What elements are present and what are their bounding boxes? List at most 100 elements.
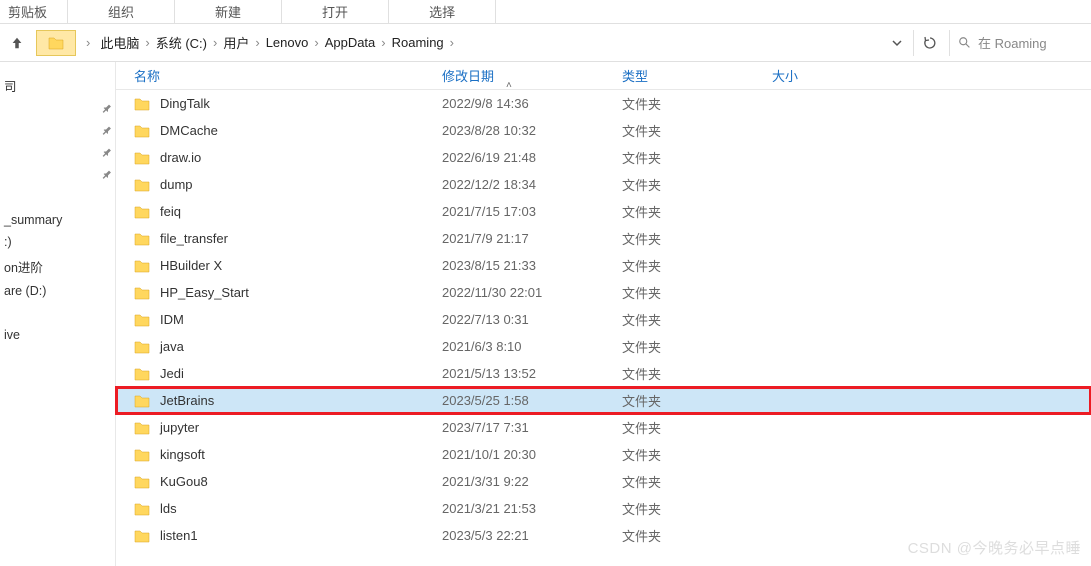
breadcrumb-segment[interactable]: 用户 — [221, 33, 251, 52]
breadcrumb-separator: › — [310, 35, 322, 50]
column-header-type[interactable]: 类型 — [622, 66, 772, 85]
sidebar-item[interactable]: 司 — [0, 72, 115, 99]
ribbon-tab-select[interactable]: 选择 — [389, 0, 496, 23]
breadcrumb-segment[interactable]: Roaming — [390, 35, 446, 50]
folder-icon — [134, 475, 150, 489]
watermark-text: CSDN @今晚务必早点睡 — [908, 537, 1081, 558]
sidebar-item[interactable]: on进阶 — [0, 253, 115, 280]
sidebar-item[interactable] — [0, 143, 115, 165]
file-name: java — [160, 339, 184, 354]
file-row[interactable]: file_transfer2021/7/9 21:17文件夹 — [116, 225, 1091, 252]
file-row[interactable]: HP_Easy_Start 2022/11/30 22:01文件夹 — [116, 279, 1091, 306]
cell-name: Jedi — [116, 366, 442, 381]
sidebar-item[interactable] — [0, 99, 115, 121]
file-row[interactable]: java2021/6/3 8:10文件夹 — [116, 333, 1091, 360]
breadcrumb-segment[interactable]: 此电脑 — [98, 33, 141, 52]
folder-icon — [134, 232, 150, 246]
cell-type: 文件夹 — [622, 229, 772, 248]
ribbon-tab-clipboard[interactable]: 剪贴板 — [0, 0, 68, 23]
search-input[interactable]: 在 Roaming — [949, 30, 1087, 56]
breadcrumb[interactable]: 此电脑›系统 (C:)›用户›Lenovo›AppData›Roaming› — [94, 30, 885, 56]
file-row[interactable]: JetBrains2023/5/25 1:58文件夹 — [116, 387, 1091, 414]
folder-icon — [134, 340, 150, 354]
ribbon-tab-organize[interactable]: 组织 — [68, 0, 175, 23]
breadcrumb-separator: › — [209, 35, 221, 50]
sidebar-item[interactable] — [0, 187, 115, 209]
file-row[interactable]: Jedi2021/5/13 13:52文件夹 — [116, 360, 1091, 387]
file-row[interactable]: dump2022/12/2 18:34文件夹 — [116, 171, 1091, 198]
sidebar: 司 _summary:) on进阶 are (D:) ive — [0, 62, 116, 566]
file-name: KuGou8 — [160, 474, 208, 489]
cell-type: 文件夹 — [622, 418, 772, 437]
cell-date: 2022/6/19 21:48 — [442, 150, 622, 165]
folder-icon — [134, 313, 150, 327]
cell-date: 2022/12/2 18:34 — [442, 177, 622, 192]
cell-name: dump — [116, 177, 442, 192]
sidebar-item-label: _summary — [4, 213, 62, 227]
sidebar-item[interactable]: ive — [0, 324, 115, 346]
sidebar-item[interactable]: _summary — [0, 209, 115, 231]
sidebar-item[interactable] — [0, 121, 115, 143]
cell-name: java — [116, 339, 442, 354]
column-header-size[interactable]: 大小 — [772, 66, 1091, 85]
sidebar-item[interactable]: :) — [0, 231, 115, 253]
ribbon-tab-new[interactable]: 新建 — [175, 0, 282, 23]
cell-type: 文件夹 — [622, 202, 772, 221]
address-dropdown[interactable] — [885, 38, 909, 48]
cell-name: jupyter — [116, 420, 442, 435]
pin-icon — [97, 167, 115, 185]
file-row[interactable]: kingsoft2021/10/1 20:30文件夹 — [116, 441, 1091, 468]
file-row[interactable]: HBuilder X2023/8/15 21:33文件夹 — [116, 252, 1091, 279]
pin-icon — [97, 145, 115, 163]
file-name: JetBrains — [160, 393, 214, 408]
sidebar-item[interactable] — [0, 302, 115, 324]
cell-type: 文件夹 — [622, 94, 772, 113]
file-name: draw.io — [160, 150, 201, 165]
ribbon-tab-open[interactable]: 打开 — [282, 0, 389, 23]
file-row[interactable]: IDM2022/7/13 0:31文件夹 — [116, 306, 1091, 333]
folder-icon — [134, 259, 150, 273]
file-row[interactable]: lds2021/3/21 21:53文件夹 — [116, 495, 1091, 522]
sidebar-item-label: on进阶 — [4, 257, 43, 276]
file-row[interactable]: KuGou82021/3/31 9:22文件夹 — [116, 468, 1091, 495]
cell-name: HP_Easy_Start — [116, 285, 442, 300]
cell-name: DingTalk — [116, 96, 442, 111]
cell-type: 文件夹 — [622, 445, 772, 464]
file-name: HP_Easy_Start — [160, 285, 249, 300]
sidebar-item[interactable]: are (D:) — [0, 280, 115, 302]
cell-name: kingsoft — [116, 447, 442, 462]
arrow-up-icon — [10, 36, 24, 50]
breadcrumb-separator: › — [446, 35, 458, 50]
refresh-button[interactable] — [913, 30, 945, 56]
breadcrumb-segment[interactable]: 系统 (C:) — [154, 33, 209, 52]
cell-type: 文件夹 — [622, 310, 772, 329]
file-row[interactable]: draw.io 2022/6/19 21:48文件夹 — [116, 144, 1091, 171]
folder-icon — [48, 36, 64, 50]
file-row[interactable]: DMCache2023/8/28 10:32文件夹 — [116, 117, 1091, 144]
column-header-name[interactable]: 名称 — [116, 66, 442, 85]
file-name: lds — [160, 501, 177, 516]
file-name: Jedi — [160, 366, 184, 381]
folder-icon — [134, 286, 150, 300]
cell-name: IDM — [116, 312, 442, 327]
sidebar-item[interactable] — [0, 165, 115, 187]
cell-type: 文件夹 — [622, 148, 772, 167]
breadcrumb-separator: › — [141, 35, 153, 50]
cell-date: 2023/8/15 21:33 — [442, 258, 622, 273]
sidebar-item-label — [2, 125, 5, 139]
column-header-date[interactable]: 修改日期 — [442, 66, 622, 85]
sidebar-item-label: :) — [4, 235, 12, 249]
address-folder-icon[interactable] — [36, 30, 76, 56]
cell-type: 文件夹 — [622, 256, 772, 275]
breadcrumb-segment[interactable]: Lenovo — [264, 35, 311, 50]
file-row[interactable]: feiq2021/7/15 17:03文件夹 — [116, 198, 1091, 225]
cell-date: 2022/11/30 22:01 — [442, 285, 622, 300]
file-row[interactable]: jupyter2023/7/17 7:31文件夹 — [116, 414, 1091, 441]
breadcrumb-segment[interactable]: AppData — [323, 35, 378, 50]
sidebar-item-label: ive — [4, 328, 20, 342]
nav-up-button[interactable] — [6, 32, 28, 54]
cell-type: 文件夹 — [622, 283, 772, 302]
cell-date: 2021/3/31 9:22 — [442, 474, 622, 489]
file-row[interactable]: DingTalk2022/9/8 14:36文件夹 — [116, 90, 1091, 117]
file-name: feiq — [160, 204, 181, 219]
